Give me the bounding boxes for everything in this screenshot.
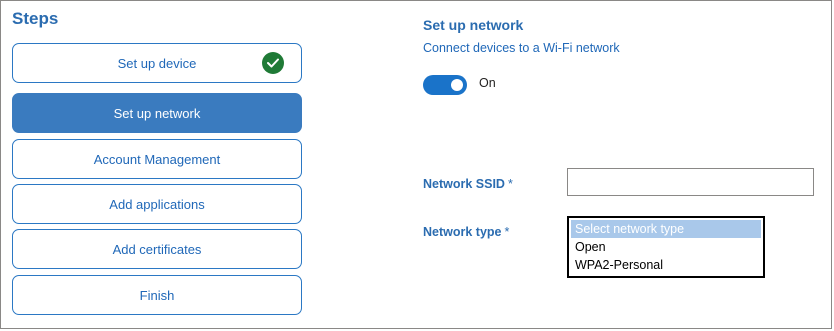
- step-label: Finish: [139, 287, 175, 303]
- network-type-listbox[interactable]: Select network type Open WPA2-Personal: [567, 216, 765, 278]
- checkmark-circle-icon: [262, 52, 284, 74]
- network-type-placeholder-option[interactable]: Select network type: [571, 220, 761, 238]
- step-label: Add certificates: [112, 241, 202, 257]
- network-type-label: Network type *: [423, 225, 509, 239]
- section-title: Set up network: [423, 17, 524, 33]
- network-ssid-input[interactable]: [567, 168, 814, 196]
- network-type-option-wpa2-personal[interactable]: WPA2-Personal: [571, 256, 761, 274]
- step-label: Set up network: [113, 105, 201, 121]
- section-subtitle: Connect devices to a Wi-Fi network: [423, 41, 620, 55]
- step-label: Account Management: [93, 151, 221, 167]
- step-label: Add applications: [109, 196, 205, 212]
- label-text: Network SSID: [423, 177, 505, 191]
- step-finish[interactable]: Finish: [12, 275, 302, 315]
- step-label: Set up device: [117, 55, 197, 71]
- label-text: Network type: [423, 225, 502, 239]
- step-add-applications[interactable]: Add applications: [12, 184, 302, 224]
- step-add-certificates[interactable]: Add certificates: [12, 229, 302, 269]
- toggle-knob: [451, 79, 463, 91]
- required-marker: *: [507, 177, 513, 191]
- network-ssid-label: Network SSID *: [423, 177, 513, 191]
- step-account-management[interactable]: Account Management: [12, 139, 302, 179]
- step-set-up-device[interactable]: Set up device: [12, 43, 302, 83]
- required-marker: *: [504, 225, 510, 239]
- step-set-up-network[interactable]: Set up network: [12, 93, 302, 133]
- setup-wizard-panel: Steps Set up device Set up network Accou…: [0, 0, 832, 329]
- network-toggle[interactable]: [423, 75, 467, 95]
- steps-heading: Steps: [12, 9, 59, 28]
- network-type-option-open[interactable]: Open: [571, 238, 761, 256]
- toggle-label: On: [479, 76, 496, 90]
